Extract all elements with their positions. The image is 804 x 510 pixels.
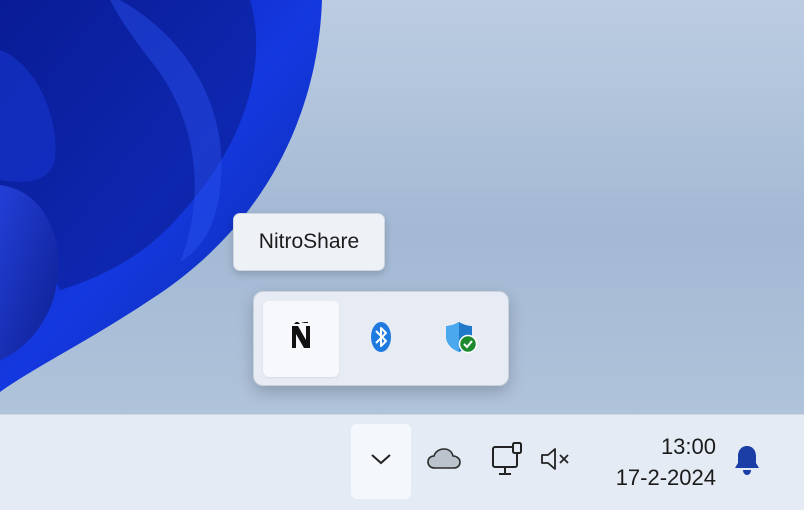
network-button[interactable] <box>488 441 528 481</box>
notifications-button[interactable] <box>730 445 764 479</box>
clock-time: 13:00 <box>660 434 716 459</box>
clock[interactable]: 13:00 17-2-2024 <box>616 431 716 493</box>
taskbar: 13:00 17-2-2024 <box>0 414 804 510</box>
onedrive-button[interactable] <box>424 445 464 477</box>
nitroshare-icon <box>288 320 314 357</box>
windows-security-icon <box>444 320 478 359</box>
clock-date: 17-2-2024 <box>615 465 716 490</box>
ethernet-icon <box>491 441 525 482</box>
tray-overflow-flyout <box>253 291 509 386</box>
volume-button[interactable] <box>538 445 574 477</box>
windows-security-tray-button[interactable] <box>423 301 499 377</box>
chevron-down-icon <box>370 452 392 471</box>
cloud-icon <box>427 447 461 476</box>
bluetooth-icon <box>370 321 392 358</box>
volume-muted-icon <box>539 447 573 476</box>
tooltip-text: NitroShare <box>258 230 360 253</box>
bluetooth-tray-button[interactable] <box>343 301 419 377</box>
nitroshare-tray-button[interactable] <box>263 301 339 377</box>
show-hidden-icons-button[interactable] <box>351 424 411 499</box>
tooltip: NitroShare <box>233 213 385 271</box>
bell-icon <box>733 444 761 481</box>
